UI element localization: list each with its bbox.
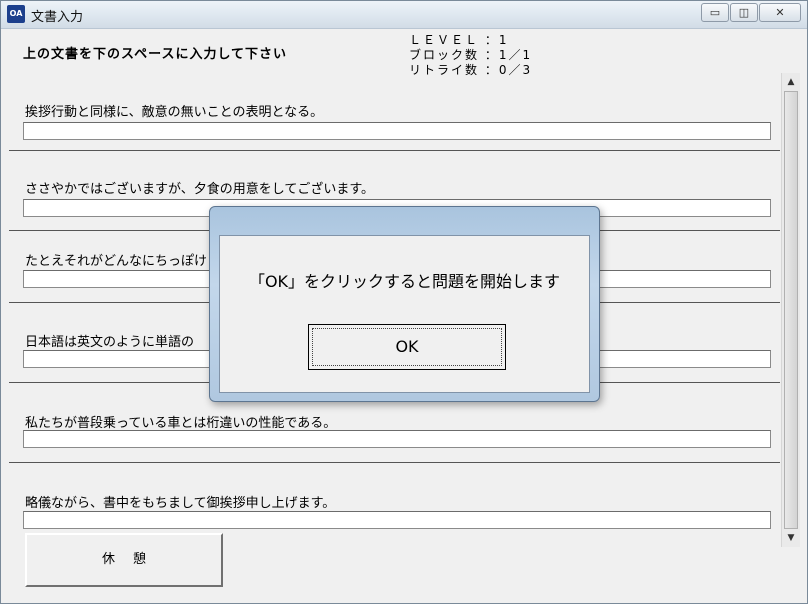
app-icon: OA xyxy=(7,5,25,23)
rest-button[interactable]: 休憩 xyxy=(25,533,223,587)
minimize-button[interactable]: ▭ xyxy=(701,3,729,22)
close-button[interactable]: ✕ xyxy=(759,3,801,22)
scroll-up-icon[interactable]: ▲ xyxy=(784,75,798,89)
instruction-text: 上の文書を下のスペースに入力して下さい xyxy=(23,47,288,62)
vertical-scrollbar[interactable]: ▲ ▼ xyxy=(781,73,800,547)
dialog-body: 「OK」をクリックすると問題を開始します OK xyxy=(219,235,590,393)
answer-input[interactable] xyxy=(23,511,771,529)
dialog-message: 「OK」をクリックすると問題を開始します xyxy=(248,272,561,291)
answer-input[interactable] xyxy=(23,430,771,448)
question-prompt: 日本語は英文のように単語の xyxy=(25,335,195,350)
question-block: 挨拶行動と同様に、敵意の無いことの表明となる。 xyxy=(9,61,780,151)
question-block: 略儀ながら、書中をもちまして御挨拶申し上げます。 xyxy=(9,462,780,542)
title-bar: OA 文書入力 ▭ ◫ ✕ xyxy=(1,1,807,29)
main-window: OA 文書入力 ▭ ◫ ✕ 上の文書を下のスペースに入力して下さい ＬＥＶＥＬ … xyxy=(0,0,808,604)
scroll-thumb[interactable] xyxy=(784,91,798,529)
question-prompt: 略儀ながら、書中をもちまして御挨拶申し上げます。 xyxy=(25,496,336,511)
answer-input[interactable] xyxy=(23,122,771,140)
question-prompt: ささやかではございますが、夕食の用意をしてございます。 xyxy=(25,182,375,197)
question-prompt: たとえそれがどんなにちっぽけ xyxy=(25,254,208,269)
level-status: ＬＥＶＥＬ ：1 xyxy=(409,33,509,47)
start-dialog: 「OK」をクリックすると問題を開始します OK xyxy=(209,206,600,402)
ok-button[interactable]: OK xyxy=(308,324,506,370)
maximize-button[interactable]: ◫ xyxy=(730,3,758,22)
scroll-down-icon[interactable]: ▼ xyxy=(784,531,798,545)
window-controls: ▭ ◫ ✕ xyxy=(700,3,801,22)
question-prompt: 私たちが普段乗っている車とは桁違いの性能である。 xyxy=(25,416,337,431)
question-prompt: 挨拶行動と同様に、敵意の無いことの表明となる。 xyxy=(25,105,324,120)
window-title: 文書入力 xyxy=(31,10,84,25)
